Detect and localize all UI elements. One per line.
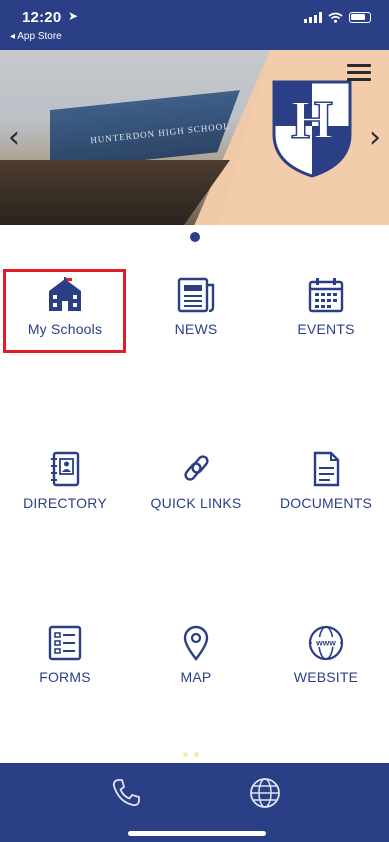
tile-label: EVENTS xyxy=(297,321,355,337)
tile-quick-links[interactable]: QUICK LINKS xyxy=(133,451,259,511)
school-crest-logo: H xyxy=(272,80,352,178)
tile-events[interactable]: EVENTS xyxy=(263,277,389,337)
tile-website[interactable]: www WEBSITE xyxy=(263,625,389,685)
hero-carousel[interactable]: HUNTERDON HIGH SCHOOL H ‹ › xyxy=(0,50,389,225)
svg-text:www: www xyxy=(315,638,336,648)
calendar-icon xyxy=(308,278,344,313)
tile-directory[interactable]: DIRECTORY xyxy=(2,451,128,511)
status-bar: 12:20 ➤ ◂ App Store xyxy=(0,0,389,50)
status-time: 12:20 xyxy=(22,9,62,26)
page-dot[interactable] xyxy=(194,752,199,757)
globe-icon xyxy=(250,778,280,808)
tile-map[interactable]: MAP xyxy=(133,625,259,685)
form-icon xyxy=(48,625,82,661)
signal-icon xyxy=(304,12,322,23)
carousel-prev-icon[interactable]: ‹ xyxy=(8,120,20,155)
home-indicator[interactable] xyxy=(128,831,266,836)
carousel-pager xyxy=(0,232,389,242)
newspaper-icon xyxy=(177,277,215,313)
tile-news[interactable]: NEWS xyxy=(133,277,259,337)
tile-label: DOCUMENTS xyxy=(279,495,373,511)
hamburger-menu-icon[interactable] xyxy=(347,64,371,85)
tile-forms[interactable]: FORMS xyxy=(2,625,128,685)
pager-dot-active[interactable] xyxy=(189,232,200,242)
www-globe-icon: www xyxy=(308,625,344,661)
tile-my-schools[interactable]: My Schools xyxy=(2,277,128,337)
tile-label: QUICK LINKS xyxy=(150,495,242,511)
carousel-next-icon[interactable]: › xyxy=(369,120,381,155)
location-arrow-icon: ➤ xyxy=(68,9,79,23)
phone-icon xyxy=(112,779,140,807)
crest-letter: H xyxy=(291,90,333,150)
contact-book-icon xyxy=(51,451,80,487)
battery-icon xyxy=(349,12,371,23)
tile-label: MAP xyxy=(180,669,212,685)
tile-label: NEWS xyxy=(174,321,218,337)
tile-label: FORMS xyxy=(39,669,91,685)
bottom-bar xyxy=(0,763,389,842)
status-icons xyxy=(304,12,371,23)
wifi-icon xyxy=(328,12,343,23)
tile-label: DIRECTORY xyxy=(23,495,107,511)
link-icon xyxy=(184,455,209,481)
document-icon xyxy=(313,451,340,487)
web-button[interactable] xyxy=(247,775,283,811)
tile-documents[interactable]: DOCUMENTS xyxy=(263,451,389,511)
page-dot[interactable] xyxy=(183,752,188,757)
tile-label: WEBSITE xyxy=(293,669,359,685)
school-icon xyxy=(49,277,81,311)
back-to-app-store-link[interactable]: ◂ App Store xyxy=(10,31,62,42)
page-indicator xyxy=(183,752,199,757)
tile-label: My Schools xyxy=(27,321,103,337)
map-pin-icon xyxy=(183,625,209,661)
call-button[interactable] xyxy=(108,775,144,811)
